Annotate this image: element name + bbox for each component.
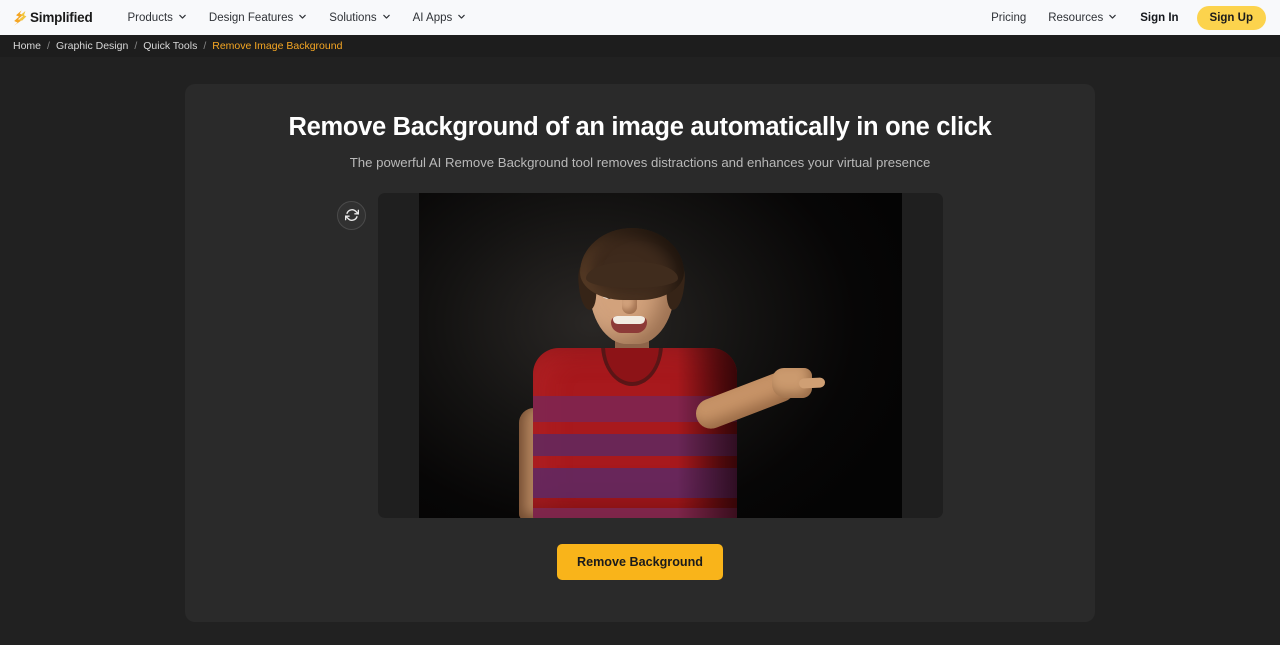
- nav-item-products-label: Products: [127, 11, 173, 24]
- subject-hair-fringe: [586, 261, 678, 288]
- page-title: Remove Background of an image automatica…: [288, 113, 992, 141]
- brand-logo-link[interactable]: Simplified: [13, 9, 93, 26]
- reset-image-button[interactable]: [337, 200, 366, 230]
- nav-item-resources[interactable]: Resources: [1037, 6, 1128, 30]
- refresh-icon: [344, 208, 359, 222]
- nav-item-products[interactable]: Products: [117, 6, 198, 30]
- chevron-down-icon: [457, 12, 466, 21]
- brand-name-text: Simplified: [30, 10, 93, 25]
- sign-in-link[interactable]: Sign In: [1128, 6, 1190, 30]
- chevron-down-icon: [1108, 12, 1117, 21]
- nav-item-design-features[interactable]: Design Features: [198, 6, 318, 30]
- tool-card: Remove Background of an image automatica…: [185, 84, 1095, 622]
- nav-item-design-features-label: Design Features: [208, 11, 294, 24]
- nav-item-solutions-label: Solutions: [329, 11, 377, 24]
- nav-item-solutions[interactable]: Solutions: [318, 6, 401, 30]
- simplified-bolt-logo-icon: [13, 9, 27, 26]
- sign-up-button[interactable]: Sign Up: [1196, 5, 1266, 30]
- photo-subject-boy: [511, 218, 826, 518]
- nav-item-pricing[interactable]: Pricing: [980, 6, 1037, 30]
- image-preview-canvas[interactable]: [378, 192, 943, 518]
- chevron-down-icon: [298, 12, 307, 21]
- cta-row: Remove Background: [185, 543, 1095, 580]
- breadcrumb: Home / Graphic Design / Quick Tools / Re…: [0, 35, 1280, 57]
- breadcrumb-item-current: Remove Image Background: [212, 40, 343, 52]
- breadcrumb-separator: /: [134, 40, 138, 52]
- preview-photo: [419, 192, 902, 518]
- subject-shirt: [533, 347, 737, 518]
- nav-item-ai-apps-label: AI Apps: [412, 11, 453, 24]
- nav-item-pricing-label: Pricing: [991, 11, 1027, 24]
- nav-item-resources-label: Resources: [1048, 11, 1104, 24]
- breadcrumb-separator: /: [203, 40, 207, 52]
- page-subtitle: The powerful AI Remove Background tool r…: [349, 154, 931, 170]
- preview-row: [337, 192, 943, 518]
- remove-background-button[interactable]: Remove Background: [557, 543, 723, 580]
- subject-pointing-finger: [798, 376, 826, 389]
- chevron-down-icon: [382, 12, 391, 21]
- primary-nav-links: Products Design Features Solutions AI Ap…: [117, 6, 478, 30]
- top-navigation-bar: Simplified Products Design Features Solu…: [0, 0, 1280, 35]
- breadcrumb-item-home[interactable]: Home: [13, 40, 41, 52]
- secondary-nav-links: Pricing Resources Sign In Sign Up: [980, 5, 1266, 30]
- chevron-down-icon: [178, 12, 187, 21]
- subject-teeth: [613, 315, 645, 324]
- breadcrumb-separator: /: [47, 40, 50, 52]
- breadcrumb-item-graphic-design[interactable]: Graphic Design: [56, 40, 128, 52]
- subject-mouth: [611, 315, 647, 333]
- shirt-shadow: [677, 347, 737, 518]
- nav-item-ai-apps[interactable]: AI Apps: [402, 6, 478, 30]
- page-body: Remove Background of an image automatica…: [0, 57, 1280, 645]
- subject-nose: [622, 300, 637, 314]
- breadcrumb-item-quick-tools[interactable]: Quick Tools: [143, 40, 197, 52]
